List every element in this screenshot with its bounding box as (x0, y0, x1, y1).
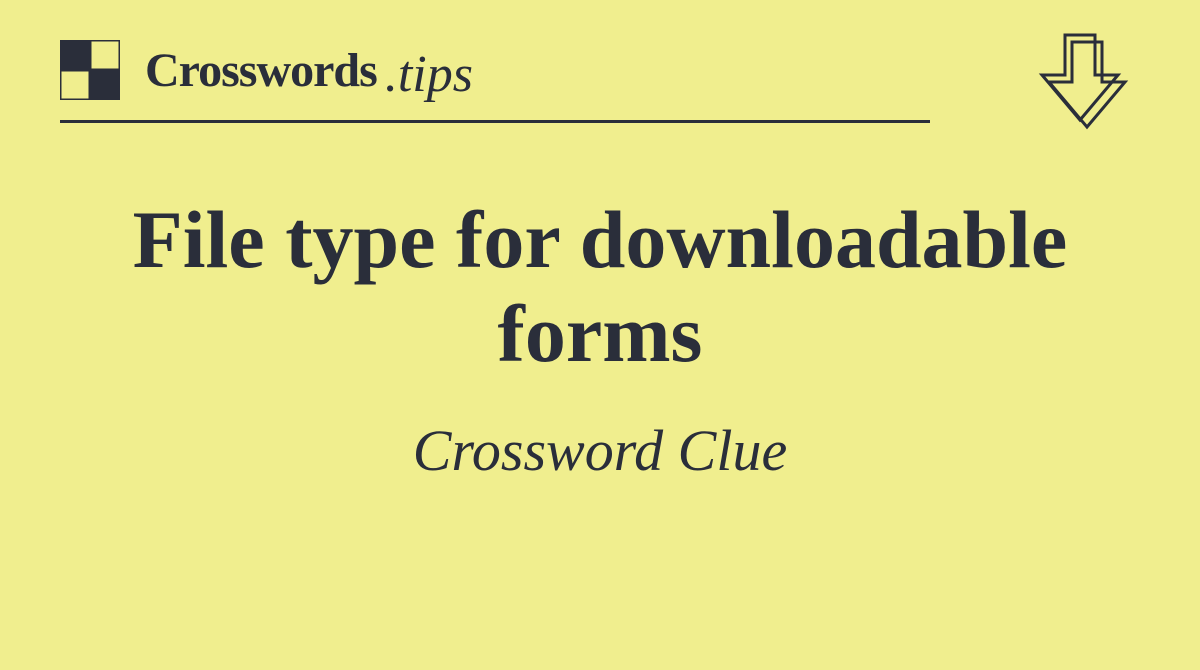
brand-name: Crosswords (145, 43, 377, 98)
clue-subtitle: Crossword Clue (0, 417, 1200, 484)
header: Crosswords .tips (0, 0, 1200, 120)
brand-suffix: .tips (385, 45, 473, 104)
crossword-logo-icon (60, 40, 120, 100)
download-arrow-icon (1030, 30, 1130, 140)
main-content: File type for downloadable forms Crosswo… (0, 123, 1200, 484)
clue-title: File type for downloadable forms (0, 193, 1200, 382)
